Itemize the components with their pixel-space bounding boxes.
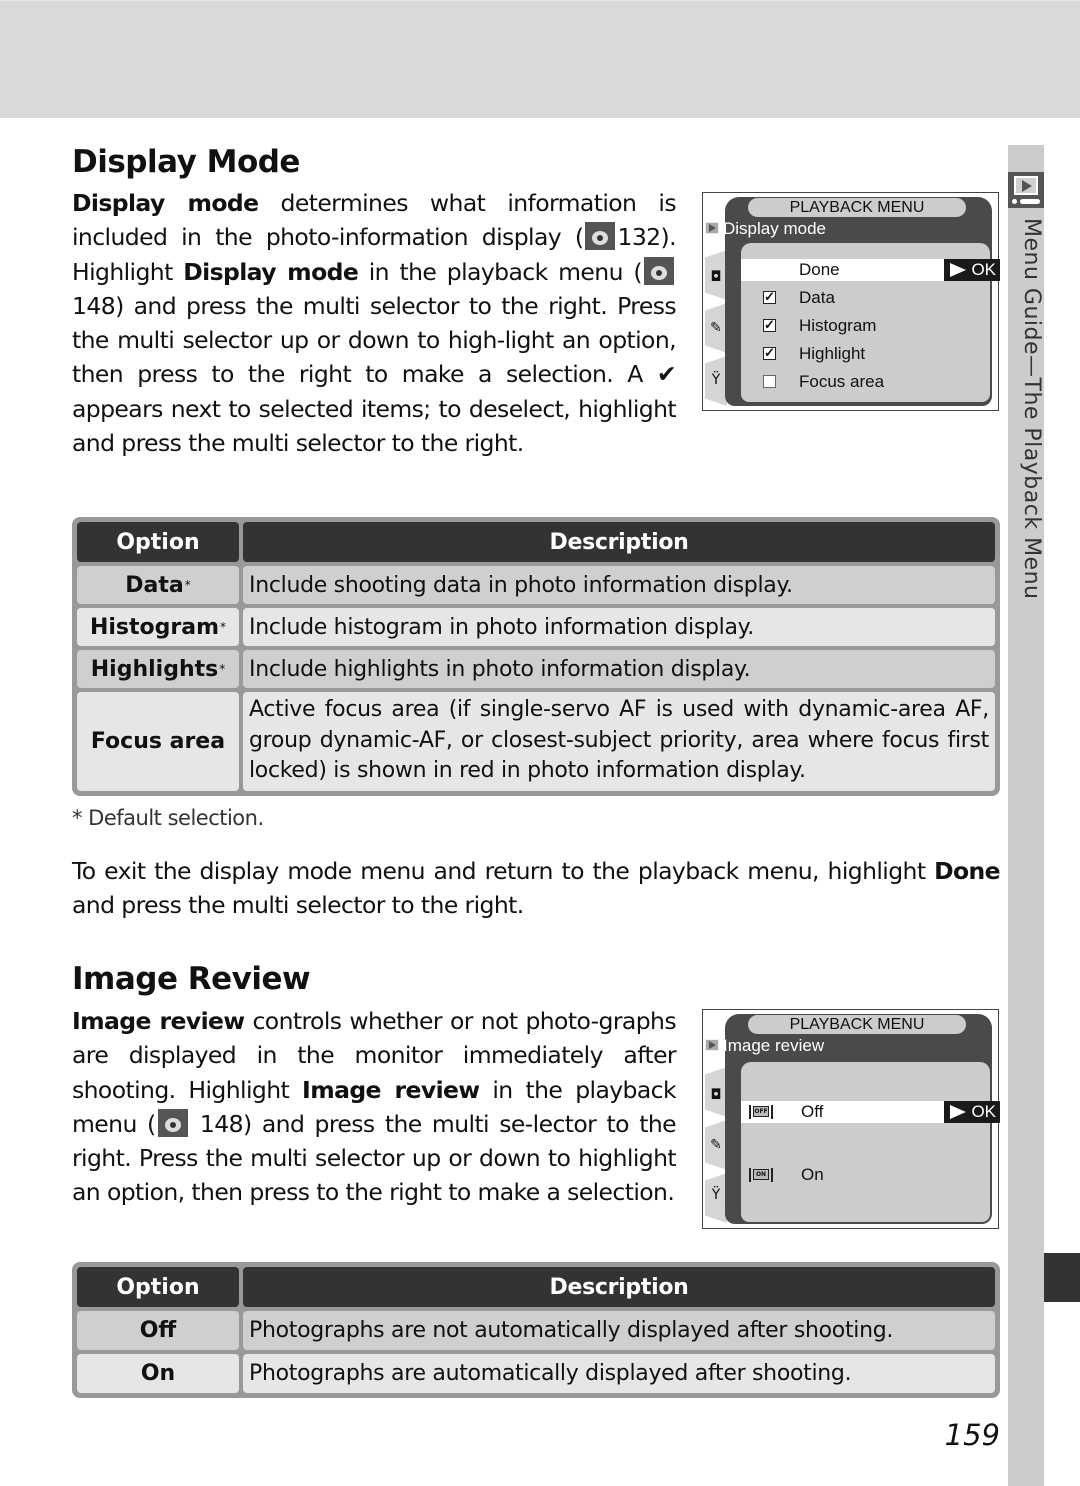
checkbox-unchecked-icon[interactable] <box>763 375 776 388</box>
image-review-menu-screenshot: ◘ ✎ Ÿ PLAYBACK MENU Image review OFF Off… <box>702 1009 1000 1229</box>
page-number: 159 <box>944 1418 1000 1452</box>
lcd-item-histogram[interactable]: ✓ Histogram <box>741 315 990 337</box>
table-row: Off Photographs are not automatically di… <box>77 1311 995 1350</box>
review-on-icon: ON <box>749 1168 773 1182</box>
page-reference-icon <box>157 1108 188 1137</box>
wrench-icon: Ÿ <box>711 372 721 388</box>
table-row: Focus area Active focus area (if single-… <box>77 692 995 791</box>
lcd-menu-title: PLAYBACK MENU <box>748 1015 966 1034</box>
checkbox-checked-icon[interactable]: ✓ <box>763 318 776 332</box>
exit-instructions: To exit the display mode menu and return… <box>72 857 1001 920</box>
description-cell: Include highlights in photo information … <box>243 650 995 688</box>
lcd-item-done[interactable]: Done OK <box>741 259 1000 281</box>
option-cell: Data * <box>77 566 239 604</box>
display-mode-intro: Display mode determines what information… <box>72 189 677 458</box>
lcd-item-highlight[interactable]: ✓ Highlight <box>741 343 990 365</box>
page-reference-icon <box>644 256 674 285</box>
lcd-menu-title: PLAYBACK MENU <box>748 198 966 217</box>
description-cell: Include shooting data in photo informati… <box>243 566 995 604</box>
lcd-item-data[interactable]: ✓ Data <box>741 287 990 309</box>
checkbox-checked-icon[interactable]: ✓ <box>763 346 776 360</box>
option-cell: On <box>77 1354 239 1393</box>
playback-icon <box>705 222 719 234</box>
table-row: Highlights * Include highlights in photo … <box>77 650 995 688</box>
column-header-option: Option <box>77 522 239 562</box>
playback-menu-icon <box>1008 172 1044 208</box>
ok-indicator: OK <box>944 1101 1000 1123</box>
table-header-row: Option Description <box>77 522 995 562</box>
camera-icon: ◘ <box>710 1087 722 1103</box>
description-cell: Photographs are not automatically displa… <box>243 1311 995 1350</box>
section-label: Menu Guide—The Playback Menu <box>1019 218 1044 600</box>
description-cell: Active focus area (if single-servo AF is… <box>243 692 995 791</box>
review-off-icon: OFF <box>749 1105 773 1119</box>
pencil-icon: ✎ <box>710 320 722 336</box>
default-selection-footnote: * Default selection. <box>72 806 264 830</box>
page-header-band <box>0 0 1080 118</box>
table-row: On Photographs are automatically display… <box>77 1354 995 1393</box>
display-mode-menu-screenshot: ◘ ✎ Ÿ PLAYBACK MENU Display mode Done OK… <box>702 192 1000 411</box>
chapter-tab <box>1044 1253 1080 1302</box>
description-cell: Include histogram in photo information d… <box>243 608 995 646</box>
lcd-item-focus-area[interactable]: Focus area <box>741 371 990 393</box>
checkmark-icon: ✔ <box>656 360 677 389</box>
lcd-item-off[interactable]: OFF Off OK <box>741 1101 1000 1123</box>
page-reference-icon <box>585 222 616 251</box>
image-review-options-table: Option Description Off Photographs are n… <box>72 1262 1000 1398</box>
checkbox-checked-icon[interactable]: ✓ <box>763 290 776 304</box>
lcd-subtitle: Display mode <box>705 219 826 239</box>
column-header-description: Description <box>243 1267 995 1307</box>
lcd-item-on[interactable]: ON On <box>741 1164 990 1186</box>
camera-icon: ◘ <box>710 269 722 285</box>
image-review-heading: Image Review <box>72 964 311 1002</box>
image-review-intro: Image review controls whether or not pho… <box>72 1007 677 1207</box>
column-header-description: Description <box>243 522 995 562</box>
option-cell: Highlights * <box>77 650 239 688</box>
playback-icon <box>705 1039 719 1051</box>
display-mode-heading: Display Mode <box>72 147 300 185</box>
table-header-row: Option Description <box>77 1267 995 1307</box>
table-row: Histogram * Include histogram in photo in… <box>77 608 995 646</box>
display-mode-options-table: Option Description Data * Include shootin… <box>72 517 1000 796</box>
table-row: Data * Include shooting data in photo inf… <box>77 566 995 604</box>
column-header-option: Option <box>77 1267 239 1307</box>
option-cell: Focus area <box>77 692 239 791</box>
wrench-icon: Ÿ <box>711 1187 721 1203</box>
description-cell: Photographs are automatically displayed … <box>243 1354 995 1393</box>
ok-indicator: OK <box>944 259 1000 281</box>
pencil-icon: ✎ <box>710 1137 722 1153</box>
lcd-options-panel: OFF Off OK ON On <box>741 1062 1000 1222</box>
lcd-options-panel: Done OK ✓ Data ✓ Histogram ✓ Highlight F… <box>741 243 1000 402</box>
option-cell: Off <box>77 1311 239 1350</box>
option-cell: Histogram * <box>77 608 239 646</box>
lcd-subtitle: Image review <box>705 1036 824 1056</box>
